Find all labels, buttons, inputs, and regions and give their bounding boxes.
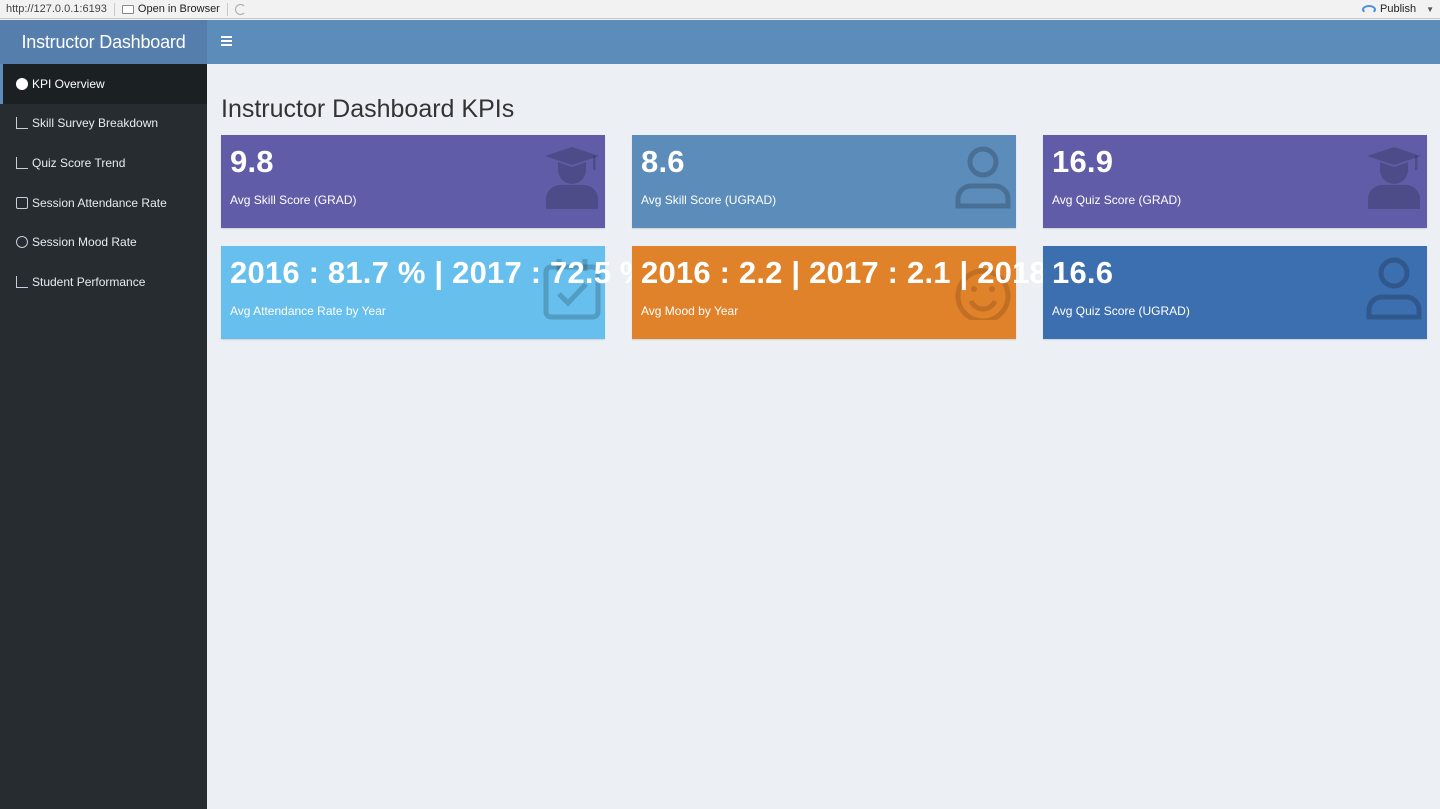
kpi-value: 16.9	[1052, 144, 1114, 179]
window-icon	[121, 4, 134, 14]
kpi-value: 2016 : 81.7 % | 2017 : 72.5 %	[230, 255, 648, 290]
line-chart-icon	[16, 156, 28, 169]
sidebar-item-label: Quiz Score Trend	[32, 155, 126, 170]
publish-button[interactable]: Publish ▼	[1362, 3, 1440, 15]
kpi-value: 16.6	[1052, 255, 1114, 290]
refresh-icon[interactable]	[234, 3, 246, 15]
kpi-label: Avg Skill Score (UGRAD)	[641, 193, 777, 207]
smile-icon	[16, 236, 28, 249]
sidebar-item-label: Session Attendance Rate	[32, 195, 167, 210]
kpi-label: Avg Skill Score (GRAD)	[230, 193, 357, 207]
sidebar: KPI Overview Skill Survey Breakdown Quiz…	[0, 64, 207, 809]
calendar-check-icon	[16, 196, 28, 209]
publish-label: Publish	[1380, 3, 1417, 15]
divider	[113, 2, 115, 16]
sidebar-item-skill-survey-breakdown[interactable]: Skill Survey Breakdown	[0, 104, 207, 144]
sidebar-item-label: Skill Survey Breakdown	[32, 116, 159, 131]
url-text: http://127.0.0.1:6193	[6, 3, 107, 15]
kpi-value: 9.8	[230, 144, 274, 179]
sidebar-toggle-icon[interactable]	[221, 36, 232, 46]
open-in-browser-label: Open in Browser	[137, 3, 220, 15]
graduation-cap-icon	[1365, 145, 1423, 209]
kpi-box-quiz-grad: 16.9 Avg Quiz Score (GRAD)	[1043, 135, 1427, 228]
publish-icon	[1362, 4, 1376, 14]
page-title: Instructor Dashboard KPIs	[221, 95, 515, 123]
top-navbar	[207, 20, 1440, 64]
kpi-box-skill-ugrad: 8.6 Avg Skill Score (UGRAD)	[632, 135, 1016, 228]
divider	[226, 2, 228, 16]
kpi-value: 8.6	[641, 144, 685, 179]
kpi-box-skill-grad: 9.8 Avg Skill Score (GRAD)	[221, 135, 605, 228]
sidebar-item-student-performance[interactable]: Student Performance	[0, 262, 207, 302]
open-in-browser-button[interactable]: Open in Browser	[121, 3, 220, 15]
chevron-down-icon: ▼	[1426, 4, 1434, 14]
sidebar-item-kpi-overview[interactable]: KPI Overview	[0, 64, 207, 104]
kpi-box-mood: 2016 : 2.2 | 2017 : 2.1 | 2018 Avg Mood …	[632, 246, 1047, 339]
user-icon	[1365, 256, 1423, 320]
bar-chart-icon	[16, 117, 28, 130]
app-title: Instructor Dashboard	[21, 31, 186, 52]
sidebar-item-label: KPI Overview	[32, 76, 105, 91]
kpi-label: Avg Attendance Rate by Year	[230, 304, 386, 318]
graduation-cap-icon	[543, 145, 601, 209]
kpi-value: 2016 : 2.2 | 2017 : 2.1 | 2018	[641, 255, 1047, 290]
sidebar-item-label: Student Performance	[32, 274, 146, 289]
sidebar-item-quiz-score-trend[interactable]: Quiz Score Trend	[0, 143, 207, 183]
sidebar-item-session-attendance-rate[interactable]: Session Attendance Rate	[0, 183, 207, 223]
line-chart-icon	[16, 275, 28, 288]
app-logo[interactable]: Instructor Dashboard	[0, 20, 207, 64]
kpi-label: Avg Quiz Score (GRAD)	[1052, 193, 1182, 207]
kpi-box-quiz-ugrad: 16.6 Avg Quiz Score (UGRAD)	[1043, 246, 1427, 339]
kpi-box-attendance: 2016 : 81.7 % | 2017 : 72.5 % Avg Attend…	[221, 246, 648, 339]
kpi-label: Avg Mood by Year	[641, 304, 739, 318]
dashboard-icon	[16, 77, 28, 90]
sidebar-item-session-mood-rate[interactable]: Session Mood Rate	[0, 222, 207, 262]
browser-toolbar: http://127.0.0.1:6193 Open in Browser Pu…	[0, 0, 1440, 19]
user-icon	[954, 145, 1012, 209]
sidebar-item-label: Session Mood Rate	[32, 235, 137, 250]
kpi-label: Avg Quiz Score (UGRAD)	[1052, 304, 1190, 318]
